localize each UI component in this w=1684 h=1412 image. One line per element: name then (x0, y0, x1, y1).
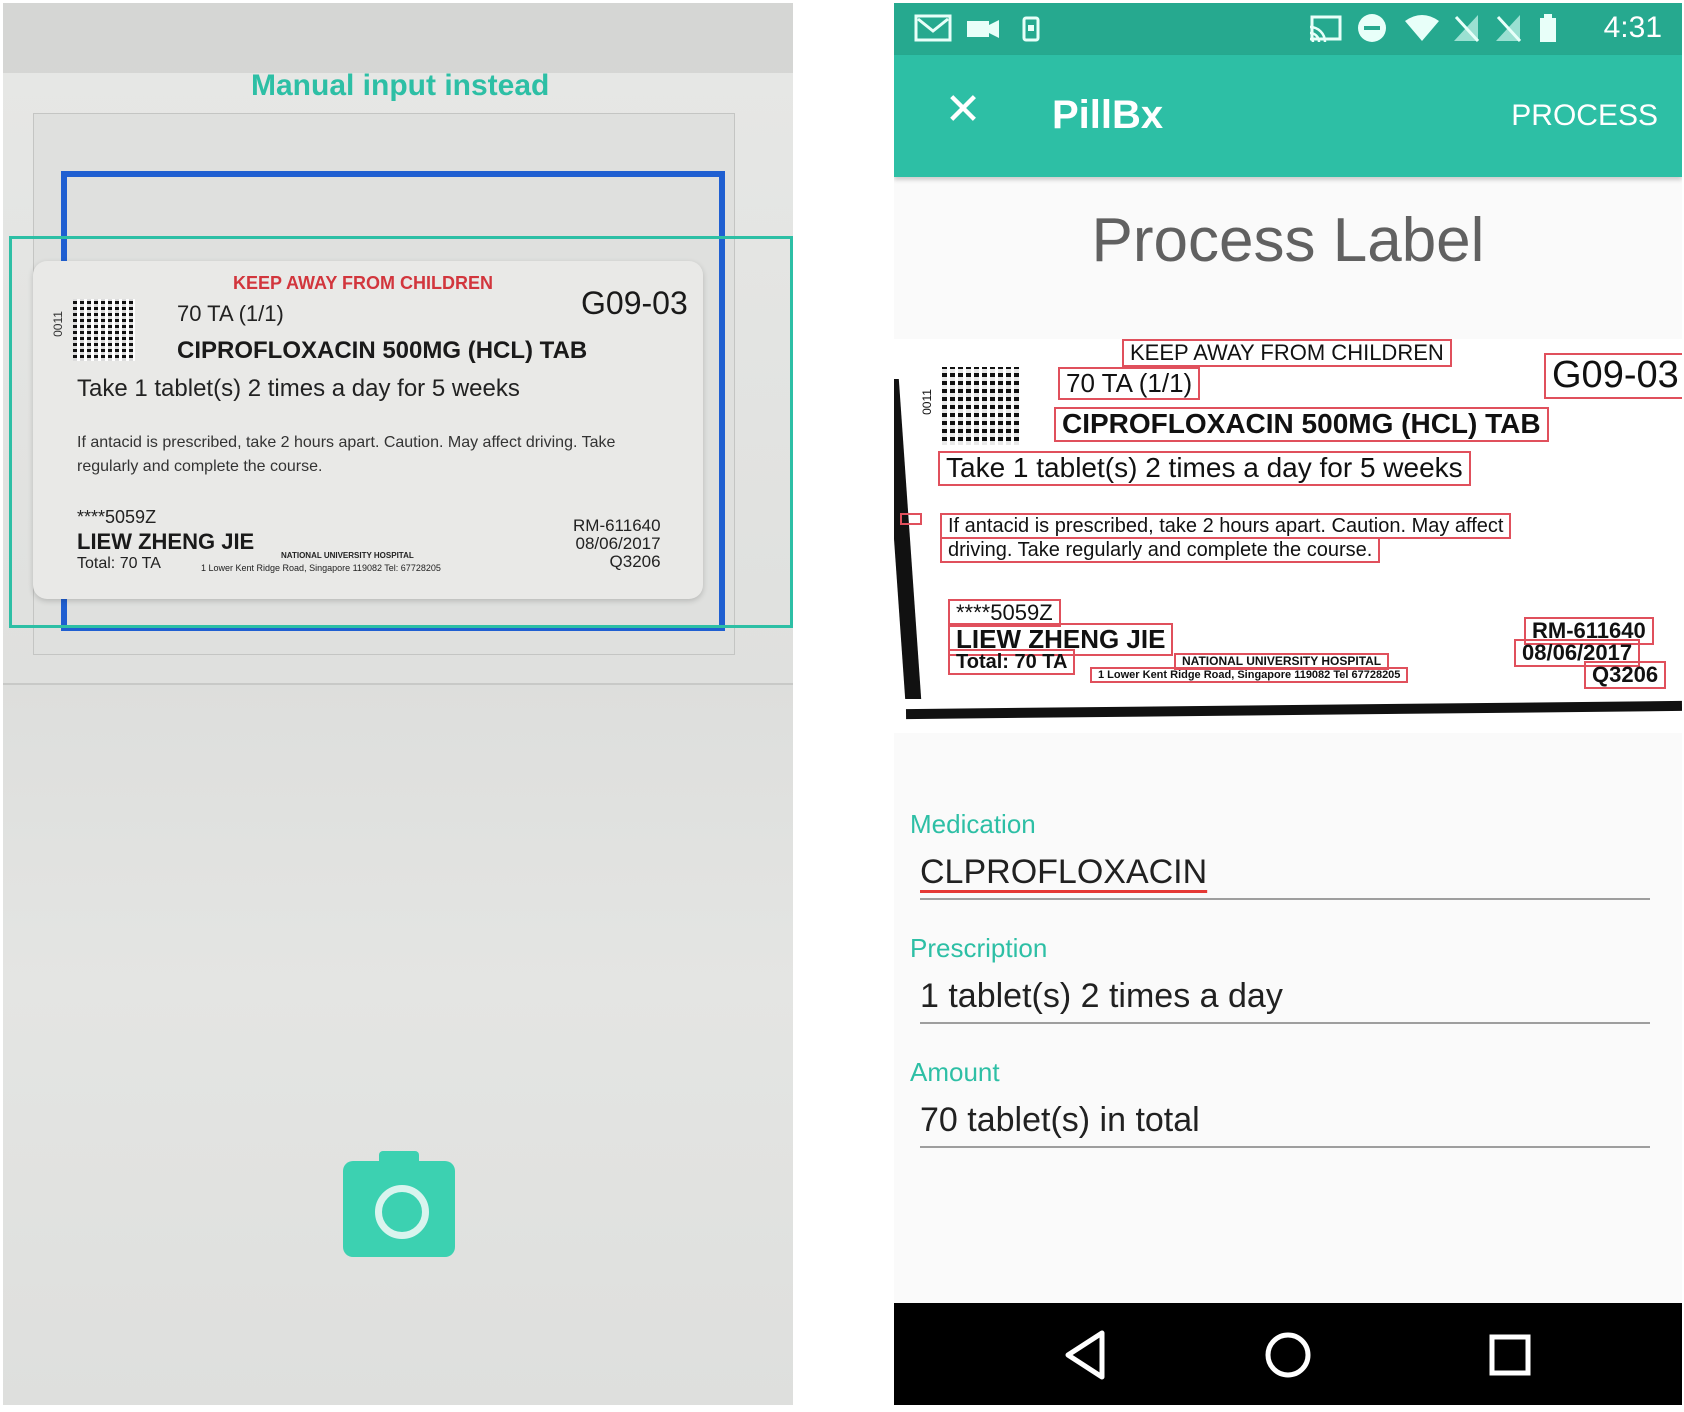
prescription-field: Prescription 1 tablet(s) 2 times a day (910, 933, 1658, 1024)
navigation-bar (894, 1303, 1682, 1405)
medication-value: CLPROFLOXACIN (920, 853, 1208, 891)
ocr-box (900, 513, 922, 525)
ocr-dosage: Take 1 tablet(s) 2 times a day for 5 wee… (938, 451, 1471, 486)
capture-button[interactable] (343, 1151, 455, 1257)
dnd-icon (1358, 14, 1386, 42)
medication-label: Medication (910, 809, 1036, 839)
no-sim-icon (1496, 15, 1522, 43)
prescription-value: 1 tablet(s) 2 times a day (920, 977, 1283, 1015)
ocr-ref: Q3206 (1584, 661, 1667, 690)
app-title: PillBx (1052, 93, 1164, 137)
status-bar: 4:31 (894, 3, 1682, 55)
video-icon (967, 20, 999, 38)
medication-field: Medication CLPROFLOXACIN (910, 809, 1658, 900)
scan-edge-bottom (905, 700, 1682, 720)
ocr-note-line2: driving. Take regularly and complete the… (940, 537, 1381, 563)
ocr-note-line1: If antacid is prescribed, take 2 hours a… (940, 513, 1512, 539)
scan-barcode (942, 367, 1020, 445)
scan-guide-frame (9, 236, 793, 628)
ocr-code: G09-03 (1544, 353, 1682, 399)
no-signal-icon (1454, 15, 1480, 43)
amount-field: Amount 70 tablet(s) in total (910, 1057, 1658, 1148)
camera-icon-top (379, 1151, 419, 1165)
battery-icon (1540, 14, 1556, 42)
prescription-input[interactable]: 1 tablet(s) 2 times a day (920, 970, 1650, 1024)
camera-icon (375, 1185, 429, 1239)
scanned-label-image: 0011 KEEP AWAY FROM CHILDREN 70 TA (1/1)… (894, 339, 1682, 733)
amount-input[interactable]: 70 tablet(s) in total (920, 1094, 1650, 1148)
ocr-warning: KEEP AWAY FROM CHILDREN (1122, 339, 1452, 368)
ocr-drug-name: CIPROFLOXACIN 500MG (HCL) TAB (1054, 407, 1549, 442)
camera-screen: KEEP AWAY FROM CHILDREN 0011 70 TA (1/1)… (3, 3, 793, 1405)
scan-side-code: 0011 (919, 389, 934, 415)
app-bar: ✕ PillBx PROCESS (894, 55, 1682, 177)
ocr-quantity: 70 TA (1/1) (1058, 367, 1201, 400)
wifi-icon (1405, 15, 1439, 41)
ocr-total: Total: 70 TA (948, 649, 1076, 675)
status-time: 4:31 (1603, 11, 1662, 44)
manual-input-link[interactable]: Manual input instead (251, 69, 549, 103)
prescription-label: Prescription (910, 933, 1048, 963)
medication-input[interactable]: CLPROFLOXACIN (920, 846, 1650, 900)
app-screen: 4:31 ✕ PillBx PROCESS Process Label 0011… (894, 3, 1682, 1405)
vibrate-icon (1022, 16, 1040, 42)
home-icon[interactable] (1258, 1327, 1318, 1383)
close-icon[interactable]: ✕ (938, 85, 988, 135)
scan-edge (894, 379, 922, 699)
recents-icon[interactable] (1480, 1327, 1540, 1383)
amount-value: 70 tablet(s) in total (920, 1101, 1200, 1139)
amount-label: Amount (910, 1057, 1000, 1087)
cast-icon (1309, 15, 1342, 43)
page-title: Process Label (1091, 206, 1485, 275)
process-button[interactable]: PROCESS (1511, 99, 1658, 133)
back-icon[interactable] (1056, 1327, 1116, 1383)
ocr-address: 1 Lower Kent Ridge Road, Singapore 11908… (1090, 667, 1409, 684)
gmail-icon (914, 14, 952, 42)
